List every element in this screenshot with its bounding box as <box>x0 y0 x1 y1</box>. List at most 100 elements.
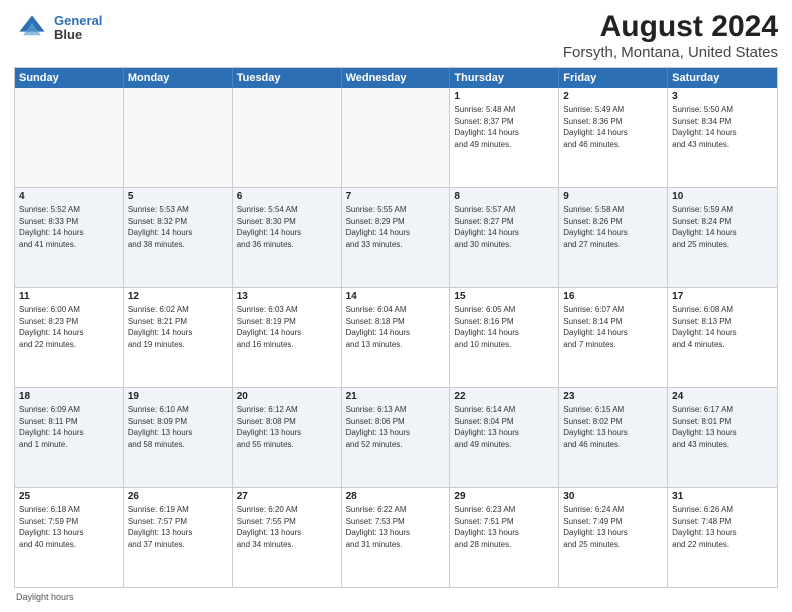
cal-cell <box>15 88 124 187</box>
cal-row: 4 Sunrise: 5:52 AM Sunset: 8:33 PM Daylig… <box>15 188 777 288</box>
cell-info: Sunrise: 6:03 AM Sunset: 8:19 PM Dayligh… <box>237 304 337 350</box>
day-number: 12 <box>128 291 228 302</box>
calendar-header: SundayMondayTuesdayWednesdayThursdayFrid… <box>15 68 777 88</box>
cell-info: Sunrise: 6:00 AM Sunset: 8:23 PM Dayligh… <box>19 304 119 350</box>
day-number: 25 <box>19 491 119 502</box>
cell-info: Sunrise: 6:04 AM Sunset: 8:18 PM Dayligh… <box>346 304 446 350</box>
cell-info: Sunrise: 6:14 AM Sunset: 8:04 PM Dayligh… <box>454 404 554 450</box>
cal-cell: 12Sunrise: 6:02 AM Sunset: 8:21 PM Dayli… <box>124 288 233 387</box>
day-number: 9 <box>563 191 663 202</box>
cal-header-day: Wednesday <box>342 68 451 88</box>
cal-cell: 3 Sunrise: 5:50 AM Sunset: 8:34 PM Daylig… <box>668 88 777 187</box>
day-number: 22 <box>454 391 554 402</box>
cal-header-day: Sunday <box>15 68 124 88</box>
day-number: 11 <box>19 291 119 302</box>
cell-info: Sunrise: 5:52 AM Sunset: 8:33 PM Dayligh… <box>19 204 119 250</box>
cal-header-day: Thursday <box>450 68 559 88</box>
day-number: 27 <box>237 491 337 502</box>
day-number: 3 <box>672 91 773 102</box>
cal-cell: 31 Sunrise: 6:26 AM Sunset: 7:48 PM Dayli… <box>668 488 777 587</box>
cal-cell: 20 Sunrise: 6:12 AM Sunset: 8:08 PM Dayli… <box>233 388 342 487</box>
day-number: 18 <box>19 391 119 402</box>
cell-info: Sunrise: 6:09 AM Sunset: 8:11 PM Dayligh… <box>19 404 119 450</box>
cal-header-day: Monday <box>124 68 233 88</box>
cell-info: Sunrise: 5:49 AM Sunset: 8:36 PM Dayligh… <box>563 104 663 150</box>
header: General Blue August 2024 Forsyth, Montan… <box>14 10 778 61</box>
cell-info: Sunrise: 5:57 AM Sunset: 8:27 PM Dayligh… <box>454 204 554 250</box>
day-number: 7 <box>346 191 446 202</box>
day-number: 2 <box>563 91 663 102</box>
cal-row: 1 Sunrise: 5:48 AM Sunset: 8:37 PM Daylig… <box>15 88 777 188</box>
cell-info: Sunrise: 6:19 AM Sunset: 7:57 PM Dayligh… <box>128 504 228 550</box>
cal-cell: 25Sunrise: 6:18 AM Sunset: 7:59 PM Dayli… <box>15 488 124 587</box>
cell-info: Sunrise: 5:53 AM Sunset: 8:32 PM Dayligh… <box>128 204 228 250</box>
cal-header-day: Saturday <box>668 68 777 88</box>
day-number: 17 <box>672 291 773 302</box>
cal-cell: 11 Sunrise: 6:00 AM Sunset: 8:23 PM Dayli… <box>15 288 124 387</box>
cell-info: Sunrise: 6:22 AM Sunset: 7:53 PM Dayligh… <box>346 504 446 550</box>
logo-line1: General <box>54 14 102 28</box>
cell-info: Sunrise: 6:23 AM Sunset: 7:51 PM Dayligh… <box>454 504 554 550</box>
cell-info: Sunrise: 6:20 AM Sunset: 7:55 PM Dayligh… <box>237 504 337 550</box>
cal-row: 25Sunrise: 6:18 AM Sunset: 7:59 PM Dayli… <box>15 488 777 587</box>
cal-cell: 16 Sunrise: 6:07 AM Sunset: 8:14 PM Dayli… <box>559 288 668 387</box>
cell-info: Sunrise: 5:50 AM Sunset: 8:34 PM Dayligh… <box>672 104 773 150</box>
cal-cell: 23 Sunrise: 6:15 AM Sunset: 8:02 PM Dayli… <box>559 388 668 487</box>
cal-cell: 7Sunrise: 5:55 AM Sunset: 8:29 PM Daylig… <box>342 188 451 287</box>
logo-icon <box>14 10 50 46</box>
day-number: 6 <box>237 191 337 202</box>
day-number: 14 <box>346 291 446 302</box>
cal-header-day: Tuesday <box>233 68 342 88</box>
cal-row: 11 Sunrise: 6:00 AM Sunset: 8:23 PM Dayli… <box>15 288 777 388</box>
calendar: SundayMondayTuesdayWednesdayThursdayFrid… <box>14 67 778 588</box>
cal-cell: 24Sunrise: 6:17 AM Sunset: 8:01 PM Dayli… <box>668 388 777 487</box>
cell-info: Sunrise: 6:26 AM Sunset: 7:48 PM Dayligh… <box>672 504 773 550</box>
cal-cell: 8 Sunrise: 5:57 AM Sunset: 8:27 PM Daylig… <box>450 188 559 287</box>
cell-info: Sunrise: 5:54 AM Sunset: 8:30 PM Dayligh… <box>237 204 337 250</box>
cal-cell: 2 Sunrise: 5:49 AM Sunset: 8:36 PM Daylig… <box>559 88 668 187</box>
cal-cell: 6 Sunrise: 5:54 AM Sunset: 8:30 PM Daylig… <box>233 188 342 287</box>
day-number: 30 <box>563 491 663 502</box>
page: General Blue August 2024 Forsyth, Montan… <box>0 0 792 612</box>
logo: General Blue <box>14 10 102 46</box>
logo-line2: Blue <box>54 28 102 42</box>
cal-cell: 14 Sunrise: 6:04 AM Sunset: 8:18 PM Dayli… <box>342 288 451 387</box>
day-number: 8 <box>454 191 554 202</box>
cal-cell <box>124 88 233 187</box>
cal-cell: 22 Sunrise: 6:14 AM Sunset: 8:04 PM Dayli… <box>450 388 559 487</box>
cell-info: Sunrise: 6:05 AM Sunset: 8:16 PM Dayligh… <box>454 304 554 350</box>
cell-info: Sunrise: 6:07 AM Sunset: 8:14 PM Dayligh… <box>563 304 663 350</box>
cell-info: Sunrise: 5:48 AM Sunset: 8:37 PM Dayligh… <box>454 104 554 150</box>
cal-cell: 15Sunrise: 6:05 AM Sunset: 8:16 PM Dayli… <box>450 288 559 387</box>
cal-cell <box>342 88 451 187</box>
day-number: 4 <box>19 191 119 202</box>
day-number: 28 <box>346 491 446 502</box>
cal-cell: 19Sunrise: 6:10 AM Sunset: 8:09 PM Dayli… <box>124 388 233 487</box>
cal-cell: 10Sunrise: 5:59 AM Sunset: 8:24 PM Dayli… <box>668 188 777 287</box>
cell-info: Sunrise: 5:58 AM Sunset: 8:26 PM Dayligh… <box>563 204 663 250</box>
day-number: 31 <box>672 491 773 502</box>
day-number: 16 <box>563 291 663 302</box>
cal-cell <box>233 88 342 187</box>
day-number: 26 <box>128 491 228 502</box>
day-number: 20 <box>237 391 337 402</box>
cal-cell: 26 Sunrise: 6:19 AM Sunset: 7:57 PM Dayli… <box>124 488 233 587</box>
day-number: 21 <box>346 391 446 402</box>
calendar-body: 1 Sunrise: 5:48 AM Sunset: 8:37 PM Daylig… <box>15 88 777 587</box>
cal-header-day: Friday <box>559 68 668 88</box>
cal-cell: 30Sunrise: 6:24 AM Sunset: 7:49 PM Dayli… <box>559 488 668 587</box>
cell-info: Sunrise: 6:12 AM Sunset: 8:08 PM Dayligh… <box>237 404 337 450</box>
day-number: 23 <box>563 391 663 402</box>
cal-cell: 13Sunrise: 6:03 AM Sunset: 8:19 PM Dayli… <box>233 288 342 387</box>
day-number: 10 <box>672 191 773 202</box>
cell-info: Sunrise: 6:15 AM Sunset: 8:02 PM Dayligh… <box>563 404 663 450</box>
day-number: 1 <box>454 91 554 102</box>
cal-cell: 9 Sunrise: 5:58 AM Sunset: 8:26 PM Daylig… <box>559 188 668 287</box>
day-number: 19 <box>128 391 228 402</box>
day-number: 29 <box>454 491 554 502</box>
cal-cell: 17Sunrise: 6:08 AM Sunset: 8:13 PM Dayli… <box>668 288 777 387</box>
cal-cell: 29 Sunrise: 6:23 AM Sunset: 7:51 PM Dayli… <box>450 488 559 587</box>
cal-cell: 21Sunrise: 6:13 AM Sunset: 8:06 PM Dayli… <box>342 388 451 487</box>
cal-cell: 5Sunrise: 5:53 AM Sunset: 8:32 PM Daylig… <box>124 188 233 287</box>
cal-cell: 18 Sunrise: 6:09 AM Sunset: 8:11 PM Dayli… <box>15 388 124 487</box>
